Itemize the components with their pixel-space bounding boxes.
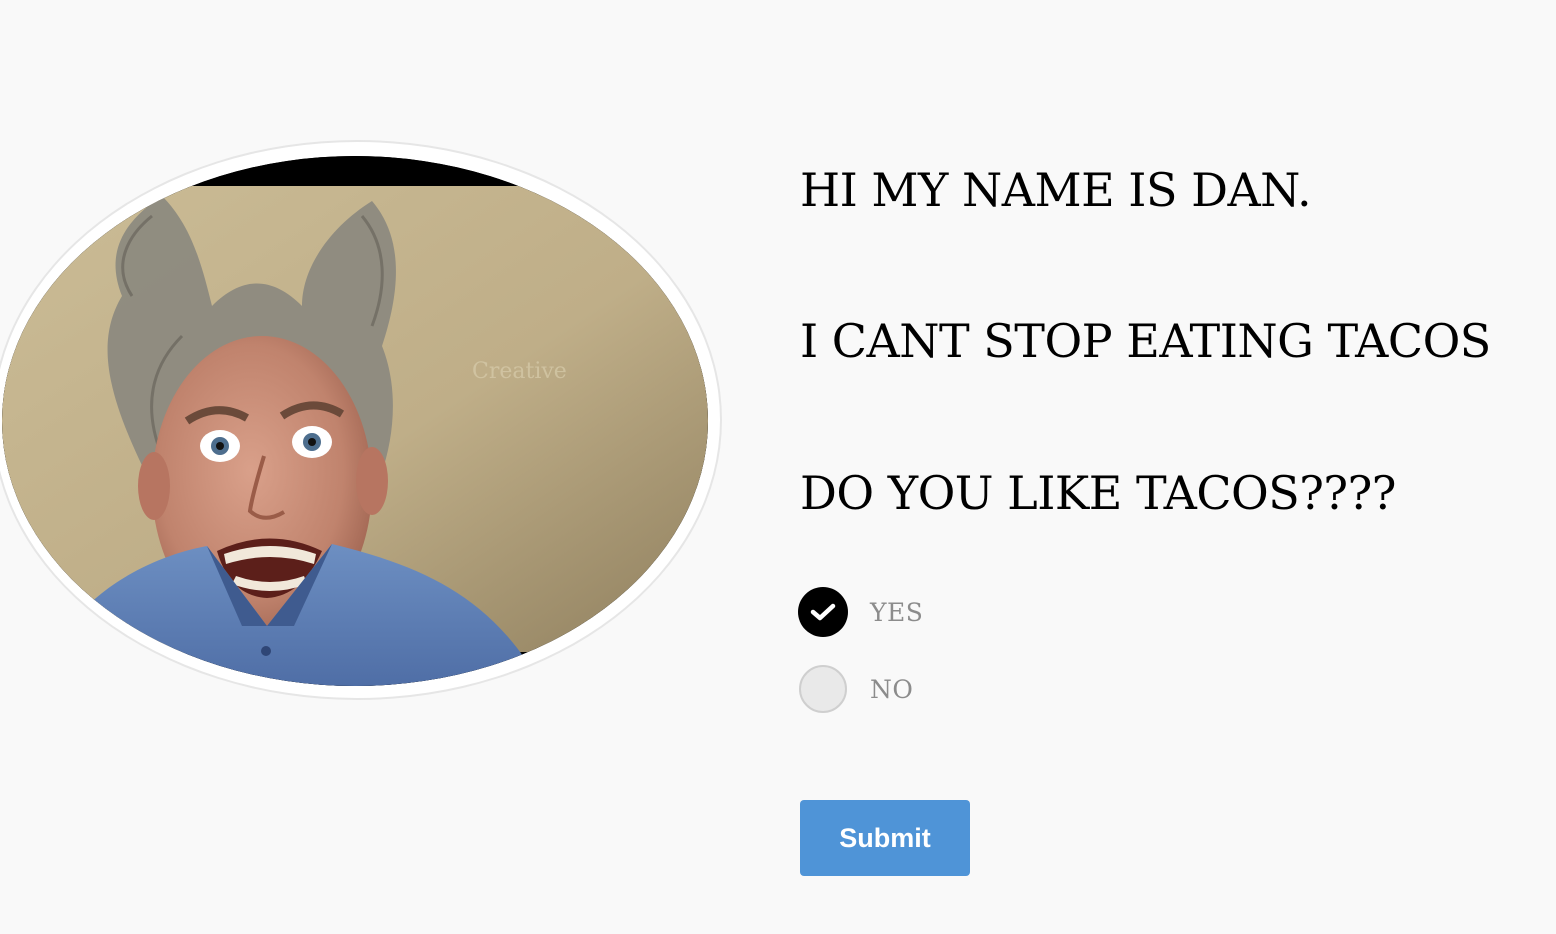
radio-no-unchecked[interactable] [799, 665, 847, 713]
profile-photo: Creative [2, 156, 708, 686]
checkmark-icon [810, 603, 836, 621]
option-yes-label: YES [870, 597, 924, 627]
profile-photo-frame: Creative [0, 140, 722, 700]
submit-button[interactable]: Submit [800, 800, 970, 876]
radio-yes-checked[interactable] [798, 587, 848, 637]
tacos-statement: I CANT STOP EATING TACOS [800, 314, 1491, 368]
greeting-heading: HI MY NAME IS DAN. [800, 163, 1312, 217]
intro-form: HI MY NAME IS DAN. I CANT STOP EATING TA… [798, 0, 1540, 934]
tacos-question: DO YOU LIKE TACOS???? [800, 466, 1396, 520]
option-no[interactable]: NO [798, 663, 913, 715]
person-portrait-icon: Creative [2, 156, 708, 686]
watermark-text: Creative [472, 359, 567, 384]
option-no-label: NO [870, 674, 914, 704]
option-yes[interactable]: YES [798, 586, 923, 638]
